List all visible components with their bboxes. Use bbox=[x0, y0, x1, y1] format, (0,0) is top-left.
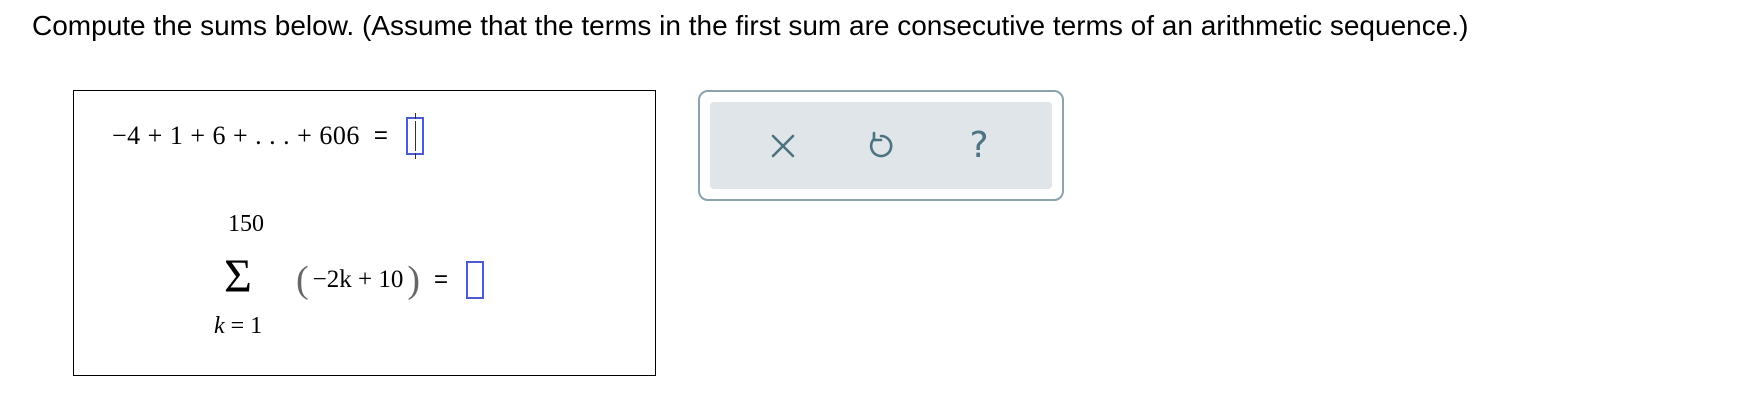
close-paren: ) bbox=[407, 259, 421, 301]
sum-row-2: ( −2k + 10 ) = bbox=[296, 257, 485, 303]
sum-2-answer-input[interactable] bbox=[466, 261, 485, 299]
question-text: Compute the sums below. (Assume that the… bbox=[32, 10, 1469, 41]
arithmetic-series-expression: −4 + 1 + 6 + . . . + 606 bbox=[112, 121, 360, 150]
sum-row-1: −4 + 1 + 6 + . . . + 606 = bbox=[112, 113, 424, 159]
index-variable: k bbox=[214, 313, 225, 339]
equals-sign: = bbox=[434, 266, 449, 293]
lower-equals: = bbox=[230, 313, 245, 339]
undo-icon bbox=[869, 131, 893, 157]
open-paren: ( bbox=[296, 259, 309, 301]
clear-button[interactable] bbox=[759, 122, 807, 170]
help-button[interactable]: ? bbox=[955, 122, 1003, 170]
undo-button[interactable] bbox=[857, 122, 905, 170]
sum-1-answer-input[interactable] bbox=[405, 113, 424, 159]
equals-sign: = bbox=[373, 122, 388, 149]
sigma-upper-limit: 150 bbox=[228, 211, 264, 237]
summand-expression: −2k + 10 bbox=[312, 266, 404, 293]
text-caret bbox=[414, 121, 416, 151]
answer-area: −4 + 1 + 6 + . . . + 606 = 150 Σ ( −2k +… bbox=[73, 90, 656, 376]
toolbar-panel: ? bbox=[710, 102, 1052, 189]
sigma-lower-limit: k = 1 bbox=[214, 313, 262, 340]
answer-toolbar: ? bbox=[698, 90, 1064, 201]
close-icon bbox=[771, 134, 795, 157]
lower-value: 1 bbox=[250, 313, 263, 339]
sigma-symbol: Σ bbox=[224, 250, 252, 303]
help-icon: ? bbox=[969, 124, 989, 166]
